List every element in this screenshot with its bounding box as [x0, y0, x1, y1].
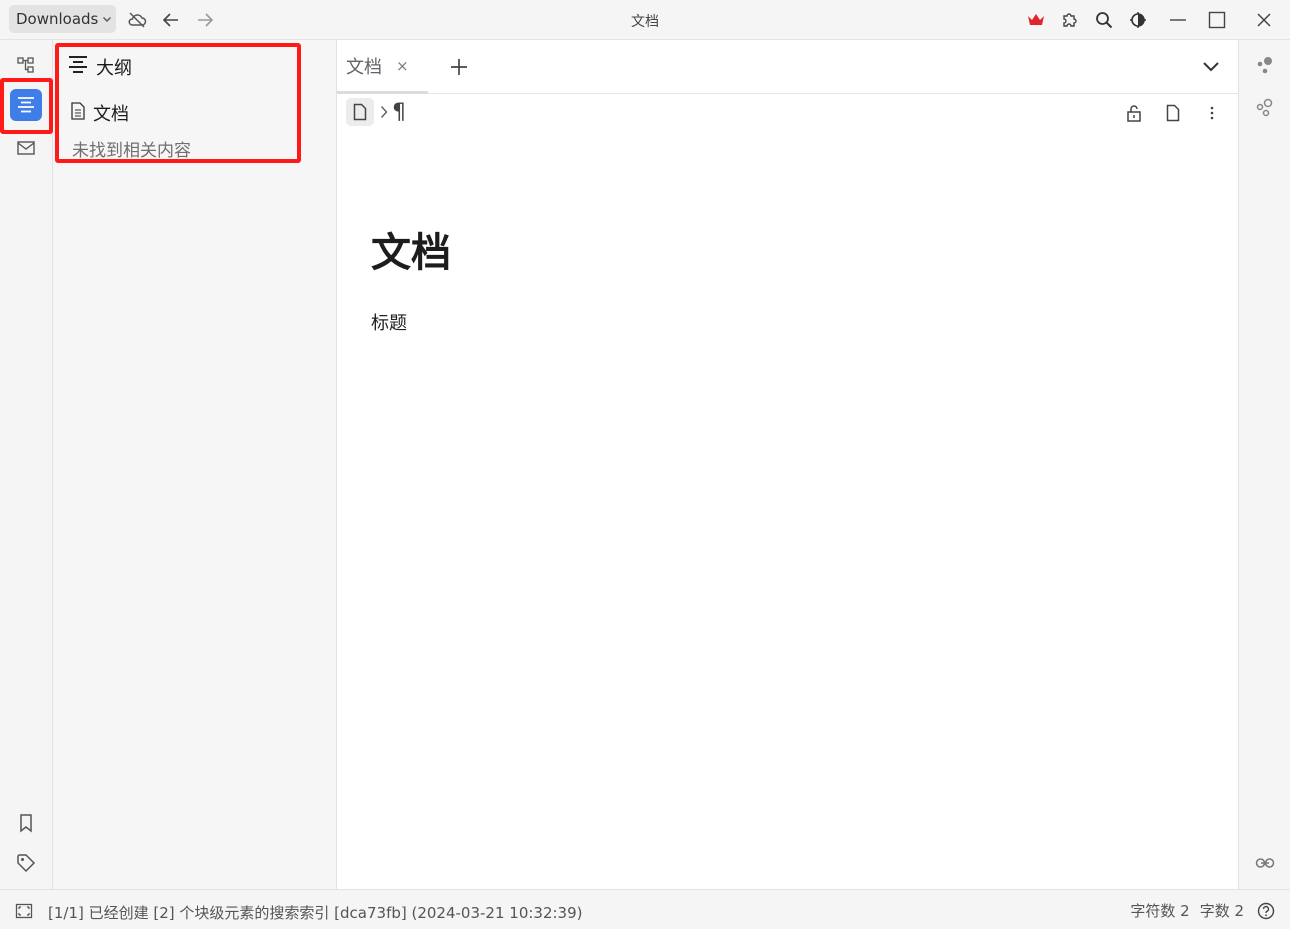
- outline-doc-label: 文档: [93, 104, 129, 125]
- outline-icon: [67, 54, 89, 80]
- focus-mode-icon[interactable]: [14, 901, 34, 921]
- plugin-icon[interactable]: [1058, 8, 1082, 32]
- help-icon[interactable]: [1256, 901, 1276, 921]
- unlock-icon[interactable]: [1120, 100, 1148, 126]
- tag-icon[interactable]: [10, 847, 42, 879]
- cloud-off-icon[interactable]: [125, 8, 149, 32]
- document-icon: [70, 101, 86, 125]
- outline-doc-item[interactable]: 文档: [70, 100, 129, 126]
- status-counts: 字符数 2 字数 2: [1120, 900, 1276, 921]
- minimize-icon[interactable]: [1166, 8, 1190, 32]
- breadcrumb: ¶: [346, 97, 406, 127]
- outline-empty-text: 未找到相关内容: [72, 141, 191, 161]
- app-window: Downloads 文档 大纲 文档 未找到相关内容 文档 × ¶ 文档 标题 …: [0, 0, 1290, 929]
- chevron-right-icon: [380, 105, 388, 119]
- bookmark-icon[interactable]: [10, 807, 42, 839]
- window-title: 文档: [631, 14, 659, 30]
- document-icon[interactable]: [1159, 100, 1187, 126]
- forward-arrow-icon[interactable]: [193, 8, 217, 32]
- editor-area: 文档 × ¶ 文档 标题: [337, 40, 1238, 889]
- word-count: 字数 2: [1199, 902, 1244, 920]
- outline-title: 大纲: [96, 58, 132, 79]
- file-tree-icon[interactable]: [10, 49, 42, 81]
- outline-icon[interactable]: [10, 89, 42, 121]
- document-body-text[interactable]: 标题: [371, 309, 407, 335]
- outline-header: 大纲: [67, 54, 132, 80]
- add-tab-button[interactable]: [447, 54, 471, 80]
- breadcrumb-doc-icon[interactable]: [346, 98, 374, 126]
- back-arrow-icon[interactable]: [159, 8, 183, 32]
- breadcrumb-paragraph[interactable]: ¶: [392, 100, 406, 125]
- crown-icon[interactable]: [1024, 8, 1048, 32]
- inbox-icon[interactable]: [10, 132, 42, 164]
- tab-close-button[interactable]: ×: [396, 57, 409, 75]
- theme-icon[interactable]: [1126, 8, 1150, 32]
- editor-toolbar: [1109, 100, 1226, 126]
- title-bar: Downloads 文档: [0, 0, 1290, 40]
- tab-bar: 文档 ×: [337, 40, 1238, 94]
- tab-list-chevron-icon[interactable]: [1198, 54, 1224, 80]
- close-icon[interactable]: [1252, 8, 1276, 32]
- graph-icon[interactable]: [1252, 52, 1278, 78]
- char-count: 字符数 2: [1130, 902, 1190, 920]
- chevron-down-icon: [102, 14, 112, 24]
- document-title[interactable]: 文档: [371, 220, 451, 278]
- left-dock: [0, 40, 53, 889]
- outline-panel: 大纲 文档 未找到相关内容: [53, 40, 337, 889]
- global-graph-icon[interactable]: [1252, 94, 1278, 120]
- right-dock: [1238, 40, 1290, 889]
- backlinks-icon[interactable]: [1252, 850, 1278, 876]
- workspace-label: Downloads: [16, 10, 99, 28]
- tab-document[interactable]: 文档 ×: [337, 40, 428, 94]
- workspace-button[interactable]: Downloads: [9, 5, 116, 33]
- more-vertical-icon[interactable]: [1198, 100, 1226, 126]
- tab-label: 文档: [346, 56, 382, 78]
- maximize-icon[interactable]: [1205, 8, 1229, 32]
- status-message: [1/1] 已经创建 [2] 个块级元素的搜索索引 [dca73fb] (202…: [48, 904, 583, 922]
- search-icon[interactable]: [1092, 8, 1116, 32]
- status-bar: [1/1] 已经创建 [2] 个块级元素的搜索索引 [dca73fb] (202…: [0, 889, 1290, 929]
